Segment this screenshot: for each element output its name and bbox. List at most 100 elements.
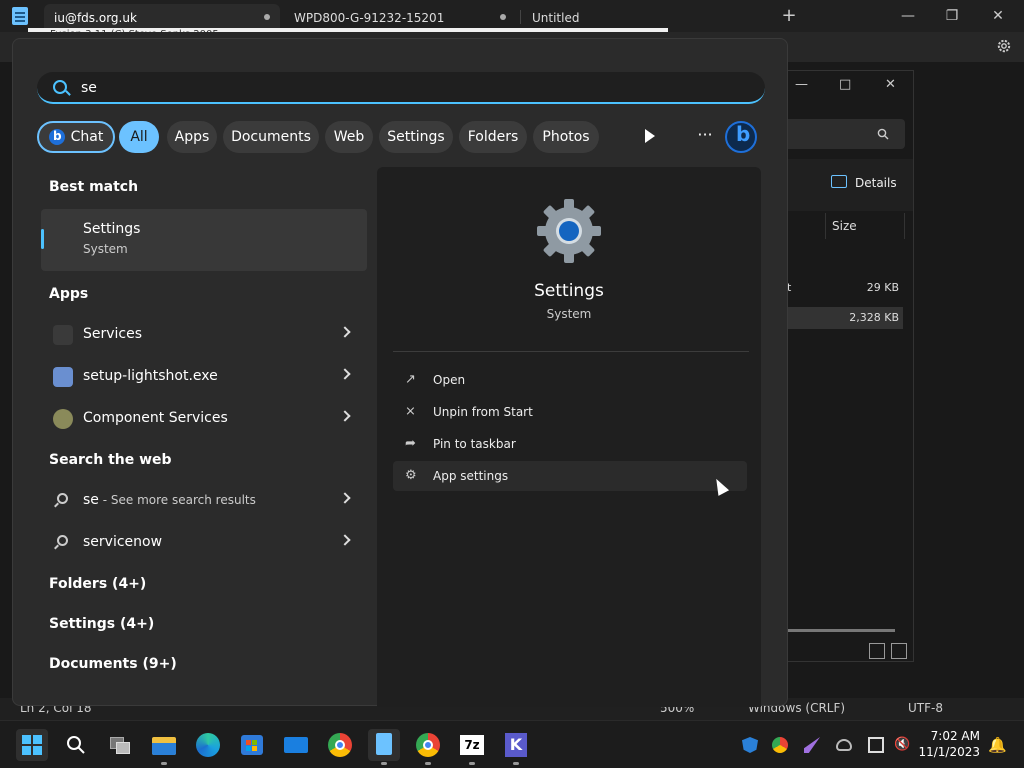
selection-indicator bbox=[41, 229, 44, 249]
action-unpin-from-start[interactable]: ⨯ Unpin from Start bbox=[393, 397, 747, 427]
file-row[interactable]: 2,328 KB bbox=[787, 307, 903, 329]
keepass-taskbar-button[interactable]: K bbox=[500, 729, 532, 765]
chevron-right-icon[interactable] bbox=[339, 410, 351, 422]
taskbar: 7z K 🔇 7:02 AM 11/1/2023 🔔 bbox=[0, 720, 1024, 768]
web-suffix: - See more search results bbox=[98, 493, 256, 507]
minimize-button[interactable]: — bbox=[893, 4, 923, 28]
file-explorer-taskbar-button[interactable] bbox=[148, 729, 180, 765]
section-settings[interactable]: Settings (4+) bbox=[49, 616, 154, 632]
new-tab-button[interactable]: + bbox=[774, 4, 804, 28]
best-match-title: Settings bbox=[83, 221, 141, 237]
column-header-size[interactable]: Size bbox=[825, 213, 905, 239]
more-options-icon[interactable]: ··· bbox=[693, 123, 717, 147]
settings-gear-icon bbox=[537, 199, 601, 263]
search-taskbar-button[interactable] bbox=[60, 729, 92, 761]
network-icon[interactable] bbox=[868, 737, 884, 753]
result-label: setup-lightshot.exe bbox=[83, 368, 218, 384]
clock-date[interactable]: 11/1/2023 bbox=[910, 745, 980, 759]
file-size: 29 KB bbox=[866, 281, 899, 294]
result-label: servicenow bbox=[83, 534, 163, 550]
web-result-se[interactable]: se - See more search results bbox=[41, 481, 367, 521]
horizontal-scrollbar[interactable] bbox=[787, 629, 895, 632]
details-view-icon[interactable] bbox=[869, 643, 885, 659]
windows-logo-icon bbox=[22, 735, 42, 755]
notepad-icon bbox=[12, 7, 28, 25]
action-open[interactable]: ↗ Open bbox=[393, 365, 747, 395]
result-label: Services bbox=[83, 326, 143, 342]
tab-label: iu@fds.org.uk bbox=[54, 11, 137, 25]
tab-label: WPD800-G-91232-15201 bbox=[294, 11, 445, 25]
clock-time[interactable]: 7:02 AM bbox=[910, 729, 980, 743]
7zip-icon: 7z bbox=[460, 735, 484, 755]
chip-settings[interactable]: Settings bbox=[379, 121, 453, 153]
close-button[interactable]: ✕ bbox=[885, 77, 896, 92]
chevron-right-icon[interactable] bbox=[339, 326, 351, 338]
mail-taskbar-button[interactable] bbox=[280, 729, 312, 761]
store-taskbar-button[interactable] bbox=[236, 729, 268, 761]
action-pin-to-taskbar[interactable]: ➦ Pin to taskbar bbox=[393, 429, 747, 459]
chevron-right-icon[interactable] bbox=[339, 368, 351, 380]
encoding: UTF-8 bbox=[908, 701, 943, 715]
minimize-button[interactable]: — bbox=[795, 77, 808, 92]
installer-icon bbox=[53, 367, 73, 387]
chip-folders[interactable]: Folders bbox=[459, 121, 527, 153]
start-button[interactable] bbox=[16, 729, 48, 761]
notepad-taskbar-button[interactable] bbox=[368, 729, 400, 765]
detail-title: Settings bbox=[534, 281, 604, 301]
section-apps: Apps bbox=[49, 286, 89, 302]
feather-icon[interactable] bbox=[804, 737, 820, 753]
defender-shield-icon[interactable] bbox=[742, 737, 758, 753]
component-services-icon bbox=[53, 409, 73, 429]
edge-taskbar-button[interactable] bbox=[192, 729, 224, 761]
running-indicator bbox=[161, 762, 167, 765]
maximize-button[interactable]: ❐ bbox=[937, 4, 967, 28]
start-search-panel: Chat All Apps Documents Web Settings Fol… bbox=[12, 38, 788, 707]
action-label: Pin to taskbar bbox=[433, 437, 516, 451]
scroll-chips-play-icon[interactable] bbox=[645, 129, 655, 143]
best-match-settings[interactable]: Settings System bbox=[41, 209, 367, 271]
chevron-right-icon[interactable] bbox=[339, 492, 351, 504]
web-result-servicenow[interactable]: servicenow bbox=[41, 523, 367, 563]
7zip-taskbar-button[interactable]: 7z bbox=[456, 729, 488, 765]
chrome-icon bbox=[423, 740, 433, 750]
tiles-view-icon[interactable] bbox=[891, 643, 907, 659]
action-label: Unpin from Start bbox=[433, 405, 533, 419]
details-pane-button[interactable]: Details bbox=[831, 175, 897, 190]
running-indicator bbox=[425, 762, 431, 765]
bing-icon[interactable] bbox=[725, 121, 757, 153]
action-app-settings[interactable]: ⚙ App settings bbox=[393, 461, 747, 491]
result-component-services[interactable]: Component Services bbox=[41, 399, 367, 439]
results-list: Best match Settings System Apps Services… bbox=[13, 39, 375, 707]
section-search-web: Search the web bbox=[49, 452, 172, 468]
result-setup-lightshot[interactable]: setup-lightshot.exe bbox=[41, 357, 367, 397]
chip-photos[interactable]: Photos bbox=[533, 121, 599, 153]
notification-bell-icon[interactable]: 🔔 bbox=[988, 737, 1007, 753]
maximize-button[interactable]: □ bbox=[839, 77, 851, 92]
result-services[interactable]: Services bbox=[41, 315, 367, 355]
file-row[interactable]: t 29 KB bbox=[787, 277, 903, 299]
settings-gear-icon[interactable] bbox=[996, 38, 1012, 54]
task-view-button[interactable] bbox=[104, 729, 136, 761]
web-term: se bbox=[83, 492, 99, 508]
chevron-right-icon[interactable] bbox=[339, 534, 351, 546]
running-indicator bbox=[381, 762, 387, 765]
gear-icon: ⚙ bbox=[405, 468, 417, 483]
file-explorer-window: — □ ✕ Details Size t 29 KB 2,328 KB bbox=[786, 70, 914, 662]
running-indicator bbox=[513, 762, 519, 765]
pin-icon: ➦ bbox=[405, 436, 416, 451]
edge-icon bbox=[196, 733, 220, 757]
section-documents[interactable]: Documents (9+) bbox=[49, 656, 177, 672]
chrome-taskbar-button[interactable] bbox=[324, 729, 356, 761]
onedrive-icon[interactable] bbox=[836, 739, 852, 751]
k-app-icon: K bbox=[505, 733, 527, 757]
file-size: 2,328 KB bbox=[849, 311, 899, 324]
action-label: Open bbox=[433, 373, 466, 387]
close-button[interactable]: ✕ bbox=[983, 4, 1013, 28]
chrome-taskbar-button-2[interactable] bbox=[412, 729, 444, 765]
unsaved-dot-icon bbox=[500, 14, 506, 20]
volume-muted-icon[interactable]: 🔇 bbox=[894, 737, 910, 753]
section-folders[interactable]: Folders (4+) bbox=[49, 576, 146, 592]
result-detail-pane: Settings System ↗ Open ⨯ Unpin from Star… bbox=[377, 167, 761, 707]
explorer-search-box[interactable] bbox=[787, 119, 905, 149]
chrome-tray-icon[interactable] bbox=[772, 737, 788, 753]
